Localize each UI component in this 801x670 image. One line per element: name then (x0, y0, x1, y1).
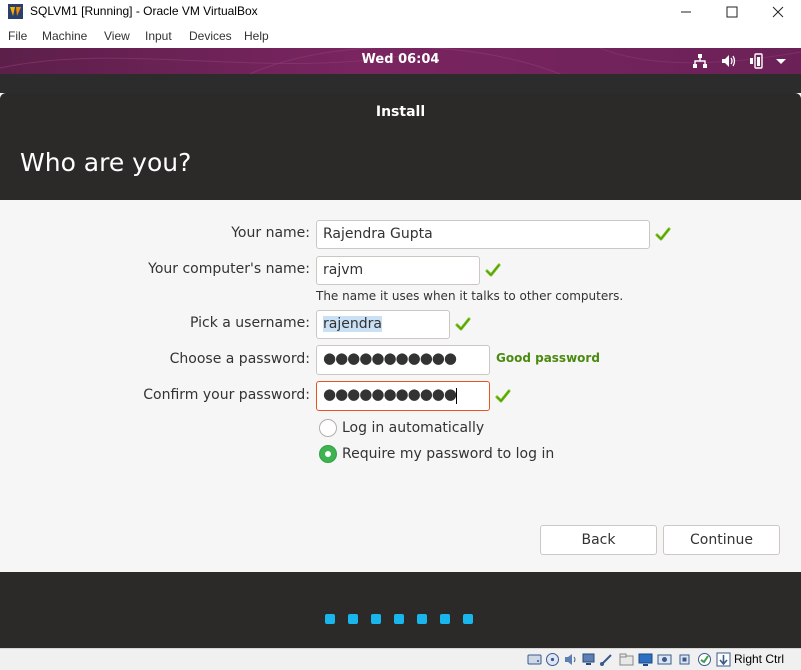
audio-icon[interactable] (563, 652, 578, 667)
menu-file[interactable]: File (8, 29, 27, 43)
progress-dot (394, 614, 404, 624)
menu-devices[interactable]: Devices (189, 29, 232, 43)
computer-name-valid-check-icon (485, 263, 501, 277)
name-valid-check-icon (655, 227, 671, 241)
menu-help[interactable]: Help (244, 29, 269, 43)
progress-dot (417, 614, 427, 624)
window-title: SQLVM1 [Running] - Oracle VM VirtualBox (30, 4, 258, 18)
network-icon[interactable] (581, 652, 596, 667)
virtualization-icon[interactable] (697, 652, 712, 667)
require-password-label[interactable]: Require my password to log in (342, 446, 554, 462)
installer-window: Install Who are you? Your name: Rajendra… (0, 93, 801, 648)
require-password-radio[interactable] (319, 445, 337, 463)
confirm-password-field[interactable]: ●●●●●●●●●●● (316, 381, 490, 411)
volume-icon[interactable] (721, 53, 737, 69)
your-name-label: Your name: (231, 225, 310, 241)
menu-view[interactable]: View (104, 29, 130, 43)
password-field[interactable]: ●●●●●●●●●●● (316, 345, 490, 375)
page-title: Who are you? (20, 148, 192, 177)
close-icon (772, 6, 784, 18)
password-label: Choose a password: (169, 351, 310, 367)
computer-name-value: rajvm (323, 262, 364, 278)
computer-name-hint: The name it uses when it talks to other … (316, 289, 624, 303)
maximize-button[interactable] (709, 0, 755, 24)
virtualbox-statusbar: Right Ctrl (0, 648, 801, 670)
confirm-valid-check-icon (495, 389, 511, 403)
installer-title: Install (375, 104, 426, 120)
progress-dot (371, 614, 381, 624)
back-button[interactable]: Back (540, 525, 657, 555)
text-cursor (455, 388, 457, 404)
shared-folders-icon[interactable] (619, 652, 634, 667)
progress-dot (348, 614, 358, 624)
video-capture-icon[interactable] (657, 652, 672, 667)
password-strength: Good password (496, 351, 600, 365)
progress-dot (325, 614, 335, 624)
username-value: rajendra (323, 316, 382, 332)
display-icon[interactable] (638, 652, 653, 667)
minimize-icon (681, 11, 691, 13)
username-label: Pick a username: (189, 315, 310, 331)
hard-disk-icon[interactable] (527, 652, 542, 667)
password-masked-value: ●●●●●●●●●●● (323, 349, 457, 367)
menu-input[interactable]: Input (145, 29, 172, 43)
log-in-automatically-label[interactable]: Log in automatically (342, 420, 484, 436)
your-name-value: Rajendra Gupta (323, 226, 433, 242)
confirm-password-masked-value: ●●●●●●●●●●● (323, 385, 457, 403)
your-name-field[interactable]: Rajendra Gupta (316, 220, 650, 249)
confirm-password-label: Confirm your password: (143, 387, 310, 403)
installer-progress-panel (0, 572, 801, 648)
system-menu-chevron-down-icon[interactable] (775, 53, 787, 69)
cpu-icon[interactable] (677, 652, 692, 667)
host-key-label: Right Ctrl (734, 652, 785, 666)
username-field[interactable]: rajendra (316, 310, 450, 339)
computer-name-field[interactable]: rajvm (316, 256, 480, 285)
close-button[interactable] (755, 0, 801, 24)
progress-dot (440, 614, 450, 624)
installer-header: Install Who are you? (0, 93, 801, 200)
virtualbox-titlebar: SQLVM1 [Running] - Oracle VM VirtualBox (0, 0, 801, 24)
virtualbox-app-icon (8, 4, 23, 19)
computer-name-label: Your computer's name: (148, 261, 310, 277)
virtualbox-menubar: File Machine View Input Devices Help (0, 24, 801, 48)
continue-button[interactable]: Continue (663, 525, 780, 555)
minimize-button[interactable] (663, 0, 709, 24)
usb-icon[interactable] (599, 652, 614, 667)
optical-drive-icon[interactable] (545, 652, 560, 667)
username-valid-check-icon (455, 317, 471, 331)
log-in-automatically-radio[interactable] (319, 419, 337, 437)
progress-dot (463, 614, 473, 624)
battery-icon[interactable] (749, 53, 767, 69)
maximize-icon (726, 6, 738, 18)
network-wired-icon[interactable] (692, 53, 708, 69)
guest-display: Wed 06:04 Install Who are you? Your name… (0, 48, 801, 648)
ubuntu-top-bar: Wed 06:04 (0, 48, 801, 74)
menu-machine[interactable]: Machine (42, 29, 87, 43)
clock[interactable]: Wed 06:04 (0, 52, 801, 67)
mouse-integration-icon[interactable] (716, 652, 731, 667)
